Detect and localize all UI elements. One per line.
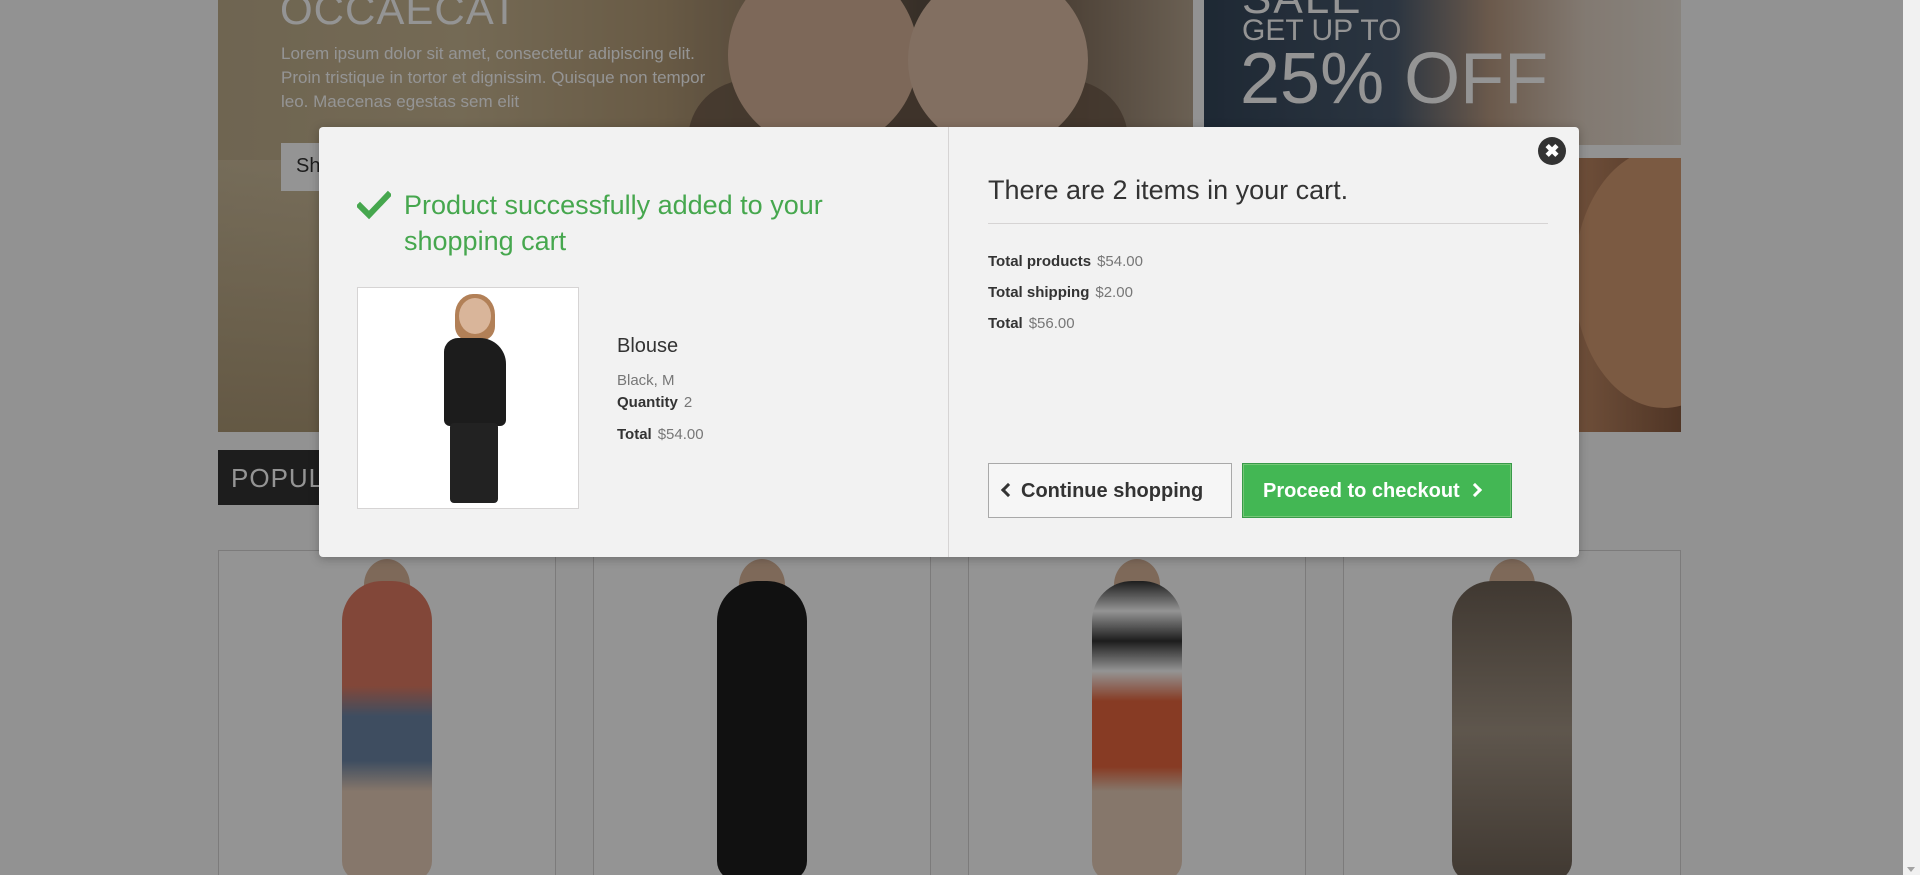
product-name: Blouse (617, 335, 679, 357)
continue-shopping-label: Continue shopping (1021, 480, 1204, 502)
thumbnail-legs (450, 423, 498, 503)
total-shipping-value: $2.00 (1095, 284, 1133, 301)
scroll-down-arrow-icon[interactable] (1907, 867, 1915, 872)
total-shipping-row: Total shipping $2.00 (988, 283, 1548, 303)
total-products-value: $54.00 (1097, 253, 1143, 270)
add-to-cart-modal: Product successfully added to your shopp… (319, 127, 1579, 557)
proceed-to-checkout-label: Proceed to checkout (1263, 480, 1460, 502)
product-attributes: Black, M (617, 372, 675, 389)
product-details: Blouse Black, M Quantity 2 Total $54.00 (617, 335, 917, 445)
total-shipping-label: Total shipping (988, 284, 1090, 301)
total-products-label: Total products (988, 253, 1092, 270)
close-icon[interactable]: ✖ (1538, 137, 1566, 165)
proceed-to-checkout-button[interactable]: Proceed to checkout (1242, 463, 1512, 518)
cart-totals: Total products $54.00 Total shipping $2.00… (988, 252, 1548, 345)
cart-summary-title: There are 2 items in your cart. (988, 175, 1548, 224)
page-scrollbar[interactable] (1903, 0, 1920, 875)
product-total-value: $54.00 (657, 426, 704, 443)
product-thumbnail (357, 287, 579, 509)
product-total-label: Total (617, 426, 652, 443)
quantity-value: 2 (683, 394, 693, 411)
thumbnail-blouse (444, 338, 506, 426)
chevron-right-icon (1467, 482, 1482, 498)
checkmark-icon (357, 190, 391, 220)
quantity-label: Quantity (617, 394, 678, 411)
thumbnail-head (459, 298, 491, 334)
modal-product-panel: Product successfully added to your shopp… (319, 127, 949, 557)
product-quantity-row: Quantity 2 (617, 393, 917, 413)
modal-cart-panel: There are 2 items in your cart. Total pr… (949, 127, 1579, 557)
cart-total-label: Total (988, 315, 1023, 332)
product-total-row: Total $54.00 (617, 425, 917, 445)
cart-total-value: $56.00 (1028, 315, 1075, 332)
success-message: Product successfully added to your shopp… (404, 190, 823, 256)
total-products-row: Total products $54.00 (988, 252, 1548, 272)
continue-shopping-button[interactable]: Continue shopping (988, 463, 1232, 518)
cart-total-row: Total $56.00 (988, 314, 1548, 334)
chevron-left-icon (1000, 482, 1016, 498)
